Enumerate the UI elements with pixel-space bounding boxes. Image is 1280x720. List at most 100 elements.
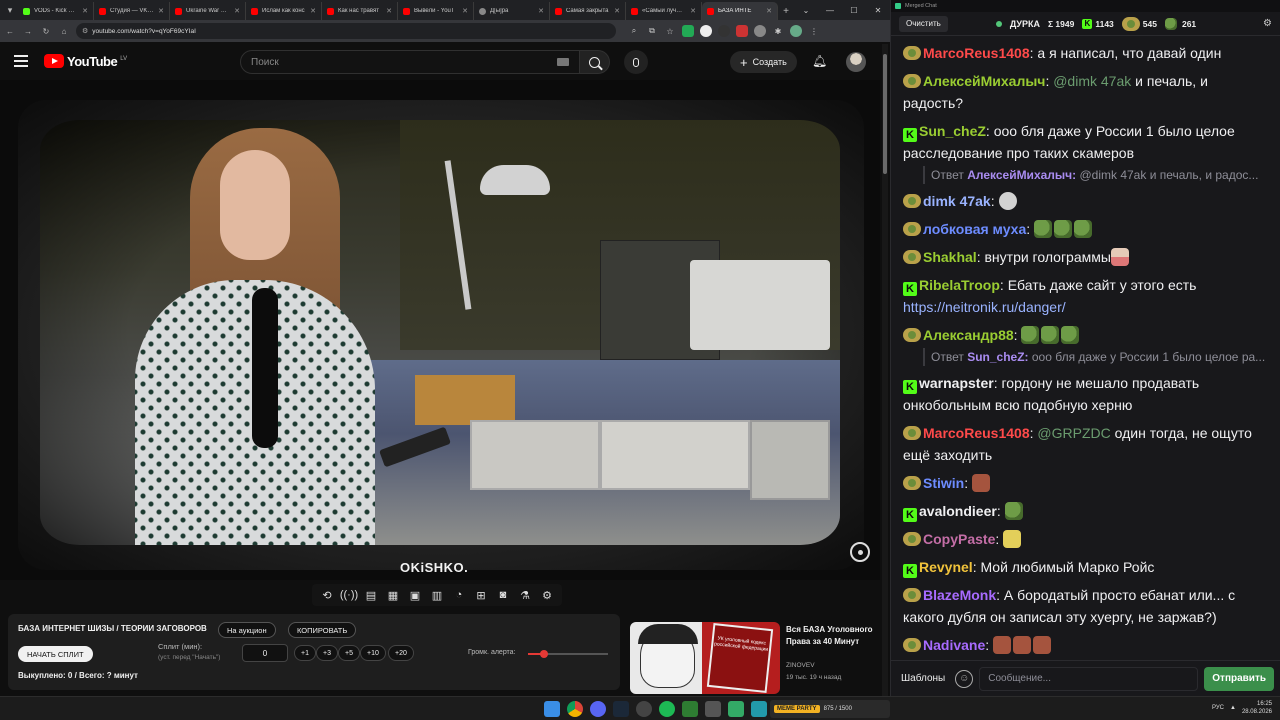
zoom-icon[interactable]: ⌕ (628, 25, 640, 37)
close-window-button[interactable]: ✕ (866, 0, 890, 20)
broadcast-icon[interactable]: ((·)) (340, 586, 358, 604)
site-info-icon[interactable]: ⚙ (82, 27, 88, 35)
search-input[interactable]: Поиск (240, 50, 580, 74)
alert-volume-slider[interactable] (528, 650, 608, 658)
flask-icon[interactable]: ⚗ (516, 586, 534, 604)
chat-message[interactable]: Nadivane: (903, 634, 1270, 656)
gear-icon[interactable]: ⚙ (538, 586, 556, 604)
url-field[interactable]: ⚙ youtube.com/watch?v=qYoF69cYIaI (76, 23, 616, 39)
browser-tab[interactable]: Ukraine War Exp ✕ (170, 2, 246, 20)
chat-username[interactable]: Stiwin (923, 475, 964, 491)
browser-tab[interactable]: Самая закрыта ✕ (550, 2, 626, 20)
split-increment-button[interactable]: +20 (388, 645, 414, 661)
discord-icon[interactable] (590, 701, 606, 717)
chat-message[interactable]: Stiwin: (903, 472, 1270, 494)
camera-icon[interactable]: ◙ (494, 586, 512, 604)
split-increment-button[interactable]: +1 (294, 645, 316, 661)
chat-message[interactable]: MarcoReus1408: @GRPZDC один тогда, не ощ… (903, 422, 1270, 466)
add-clip-icon[interactable]: ⊞ (472, 586, 490, 604)
related-video-channel[interactable]: ZINOVEV (786, 662, 815, 669)
chat-message[interactable]: Kwarnapster: гордону не мешало продавать… (903, 372, 1270, 416)
speed-icon[interactable]: ◔ (450, 586, 468, 604)
chat-username[interactable]: Nadivane (923, 637, 985, 653)
chat-message[interactable]: Kavalondieer: (903, 500, 1270, 522)
chat-username[interactable]: MarcoReus1408 (923, 45, 1030, 61)
install-icon[interactable]: ⧉ (646, 25, 658, 37)
close-tab-icon[interactable]: ✕ (538, 7, 544, 15)
extension-icon[interactable] (700, 25, 712, 37)
chat-message[interactable]: Александр88: (903, 324, 1270, 346)
browser-tab[interactable]: Как нас травят ✕ (322, 2, 398, 20)
chat-username[interactable]: warnapster (919, 375, 994, 391)
spotify-icon[interactable] (659, 701, 675, 717)
app-icon[interactable] (751, 701, 767, 717)
extension-icon[interactable] (754, 25, 766, 37)
close-tab-icon[interactable]: ✕ (82, 7, 88, 15)
network-icon[interactable]: ▲ (1230, 705, 1236, 711)
notifications-bell-icon[interactable]: 🔔︎ (812, 54, 827, 68)
chat-message[interactable]: K Revynel: Мой любимый Марко Ройс (903, 556, 1270, 578)
chat-message[interactable]: BlazeMonk: А бородатый просто ебанат или… (903, 584, 1270, 628)
browser-tab[interactable]: Вывели - YouT ✕ (398, 2, 474, 20)
related-video-card[interactable]: УК уголовный кодекс российской федерации… (630, 622, 880, 694)
new-tab-button[interactable]: + (778, 2, 794, 20)
app-icon[interactable] (728, 701, 744, 717)
gear-icon[interactable]: ⚙ (1263, 18, 1272, 29)
send-button[interactable]: Отправить (1204, 666, 1274, 691)
scrollbar-thumb[interactable] (883, 54, 887, 174)
close-tab-icon[interactable]: ✕ (386, 7, 392, 15)
chat-username[interactable]: CopyPaste (923, 531, 995, 547)
extension-icon[interactable] (682, 25, 694, 37)
meme-party-widget[interactable]: MEME PARTY 875 / 1500 (770, 700, 890, 718)
chat-mention[interactable]: @GRPZDC (1037, 425, 1110, 441)
related-video-thumbnail[interactable]: УК уголовный кодекс российской федерации (630, 622, 780, 694)
split-increment-button[interactable]: +3 (316, 645, 338, 661)
app-icon[interactable] (682, 701, 698, 717)
maximize-button[interactable]: ☐ (842, 0, 866, 20)
reply-username[interactable]: Sun_cheZ: (967, 350, 1028, 364)
close-tab-icon[interactable]: ✕ (766, 7, 772, 15)
chat-username[interactable]: Sun_cheZ (919, 123, 986, 139)
to-auction-button[interactable]: На аукцион (218, 622, 276, 638)
chat-username[interactable]: лобковая муха (923, 221, 1026, 237)
chat-username[interactable]: Александр88 (923, 327, 1014, 343)
chat-mention[interactable]: @dimk 47ak (1053, 73, 1131, 89)
chat-username[interactable]: Revynel (919, 559, 973, 575)
message-input[interactable]: Сообщение... (979, 666, 1199, 691)
frame-icon[interactable]: ▥ (428, 586, 446, 604)
home-button[interactable]: ⌂ (58, 24, 70, 38)
forward-button[interactable]: → (22, 24, 34, 38)
steam-icon[interactable] (613, 701, 629, 717)
chat-message[interactable]: лобковая муха: (903, 218, 1270, 240)
chat-username[interactable]: BlazeMonk (923, 587, 996, 603)
start-split-button[interactable]: НАЧАТЬ СПЛИТ (18, 646, 93, 662)
playlist-icon[interactable]: ▤ (362, 586, 380, 604)
copy-button[interactable]: КОПИРОВАТЬ (288, 622, 357, 638)
keyboard-icon[interactable] (557, 58, 569, 66)
language-indicator[interactable]: РУС (1212, 705, 1224, 711)
obs-icon[interactable] (636, 701, 652, 717)
chat-username[interactable]: АлексейМихалыч (923, 73, 1045, 89)
bookmark-star-icon[interactable]: ☆ (664, 25, 676, 37)
extension-icon[interactable] (736, 25, 748, 37)
extension-icon[interactable] (718, 25, 730, 37)
app-icon[interactable] (705, 701, 721, 717)
page-scrollbar[interactable] (882, 44, 888, 696)
browser-tab[interactable]: Д[ы]ра ✕ (474, 2, 550, 20)
picture-in-picture-icon[interactable]: ▣ (406, 586, 424, 604)
chat-username[interactable]: MarcoReus1408 (923, 425, 1030, 441)
browser-tab[interactable]: VODs - Kick Dash ✕ (18, 2, 94, 20)
menu-icon[interactable] (14, 55, 28, 67)
emoji-icon[interactable]: ☺ (955, 669, 974, 688)
close-tab-icon[interactable]: ✕ (690, 7, 696, 15)
voice-search-button[interactable] (624, 50, 648, 74)
related-video-title[interactable]: Вся БАЗА Уголовного Права за 40 Минут (786, 624, 876, 648)
browser-tab[interactable]: Ислам как конс ✕ (246, 2, 322, 20)
split-increment-button[interactable]: +10 (360, 645, 386, 661)
browser-tab[interactable]: Студия — VK Видео ✕ (94, 2, 170, 20)
clock[interactable]: 16:25 28.08.2026 (1242, 700, 1272, 716)
alert-volume-knob[interactable] (540, 650, 548, 658)
clapper-icon[interactable]: ▦ (384, 586, 402, 604)
chat-message[interactable]: CopyPaste: (903, 528, 1270, 550)
chevron-down-icon[interactable]: ⌄ (794, 0, 818, 20)
